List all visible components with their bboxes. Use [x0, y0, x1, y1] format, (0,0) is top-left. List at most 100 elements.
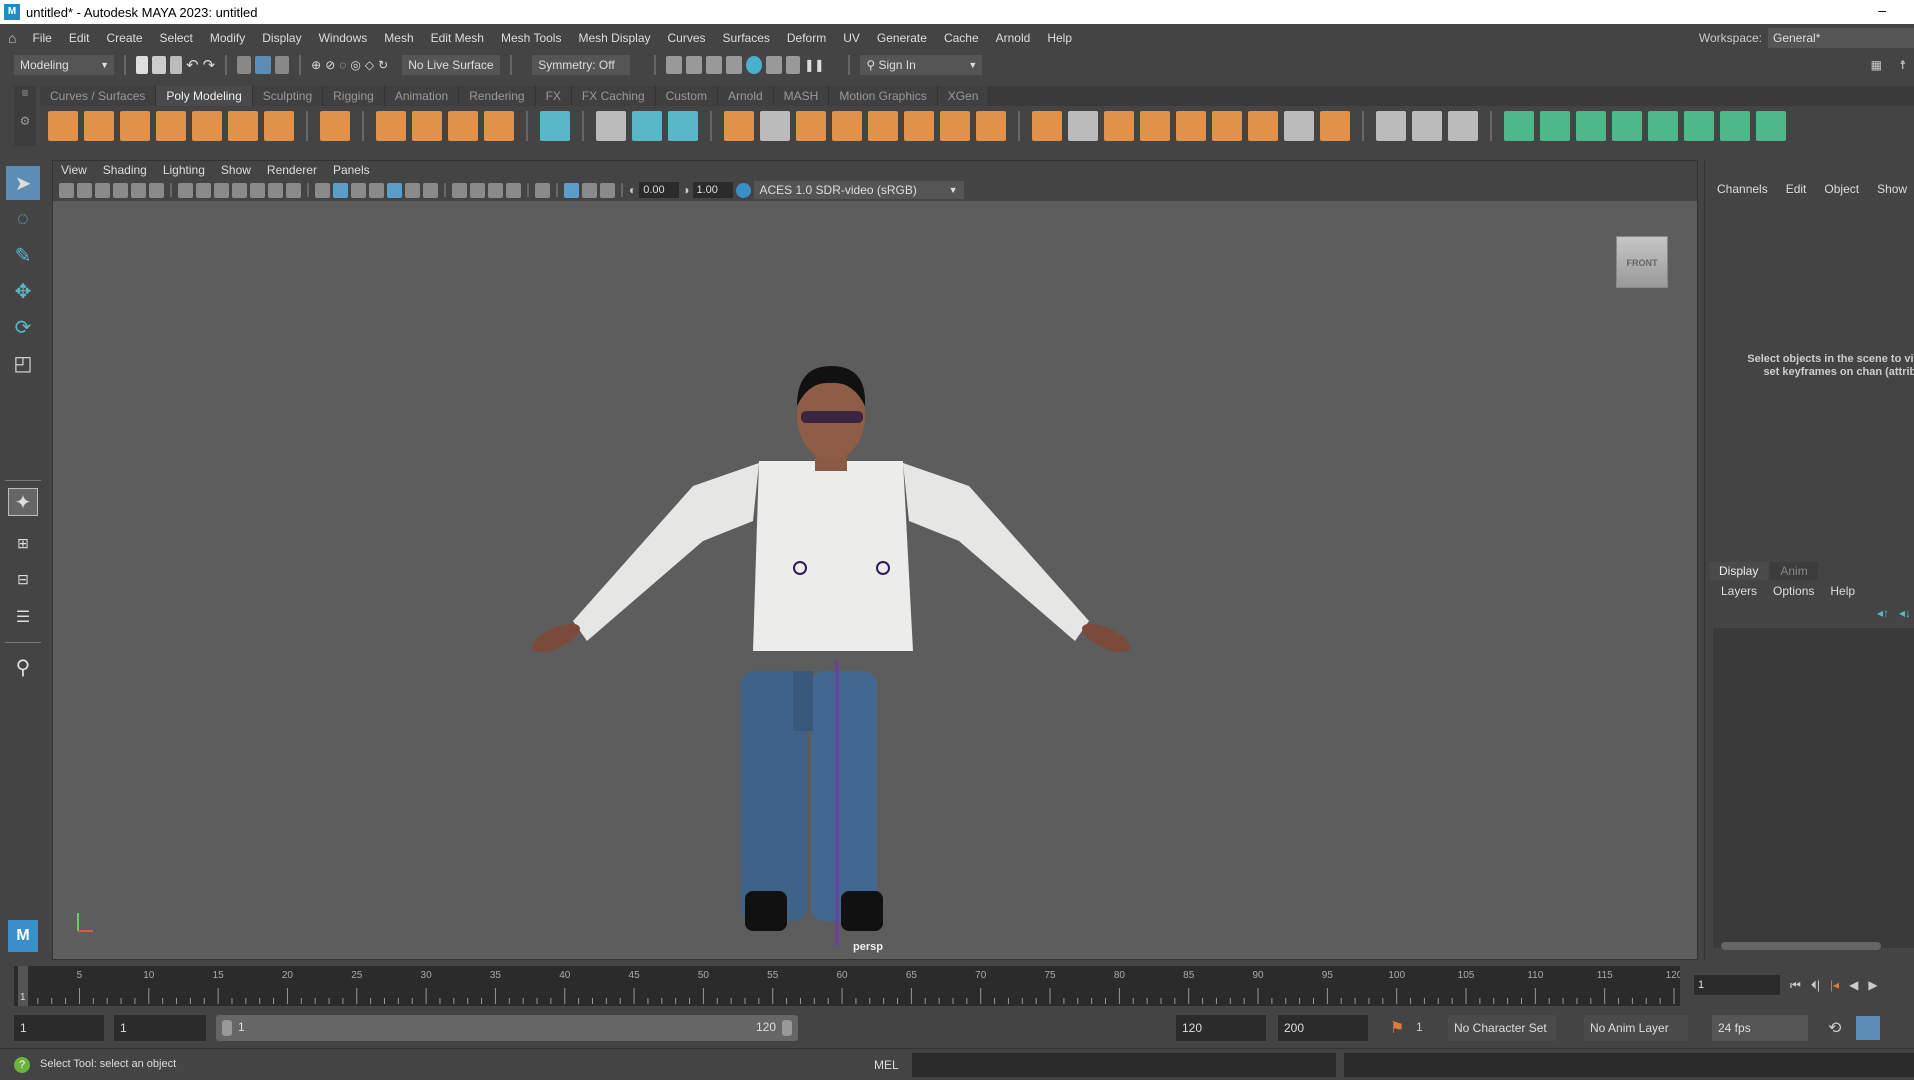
play-backward-icon[interactable]: ◀ — [1849, 978, 1858, 992]
loop-icon[interactable]: ⟲ — [1828, 1018, 1841, 1038]
viewport-menu-view[interactable]: View — [61, 163, 87, 177]
play-forward-icon[interactable]: ▶ — [1868, 978, 1877, 992]
render-view-icon[interactable] — [726, 56, 743, 74]
camera-attributes-icon[interactable] — [77, 182, 92, 198]
poke-icon[interactable] — [1284, 111, 1314, 141]
textured-icon[interactable] — [387, 182, 402, 198]
go-to-start-icon[interactable]: ⏮ — [1790, 978, 1801, 993]
rotate-tool-icon[interactable]: ⟳ — [6, 310, 40, 344]
render-frame-icon[interactable] — [686, 56, 703, 74]
ipr-render-icon[interactable] — [706, 56, 723, 74]
poly-torus-icon[interactable] — [192, 111, 222, 141]
color-management-icon[interactable] — [735, 182, 751, 198]
scene-view[interactable] — [53, 201, 1699, 961]
help-icon[interactable]: ? — [14, 1057, 30, 1073]
make-hole-icon[interactable] — [1212, 111, 1242, 141]
sew-uv-icon[interactable] — [1756, 111, 1786, 141]
resolution-gate-icon[interactable] — [214, 182, 229, 198]
unfold-uv-icon[interactable] — [1648, 111, 1678, 141]
step-back-frame-icon[interactable]: |◂ — [1830, 978, 1839, 992]
range-handle-start[interactable] — [222, 1020, 232, 1036]
fps-dropdown[interactable]: 24 fps — [1712, 1015, 1808, 1041]
menu-select[interactable]: Select — [160, 31, 193, 45]
menu-windows[interactable]: Windows — [319, 31, 368, 45]
mirror-icon[interactable] — [796, 111, 826, 141]
color-space-dropdown[interactable]: ACES 1.0 SDR-video (sRGB) ▼ — [753, 181, 964, 199]
wireframe-on-shaded-icon[interactable] — [369, 182, 384, 198]
poly-disc-icon[interactable] — [264, 111, 294, 141]
image-plane-icon[interactable] — [113, 182, 128, 198]
layer-menu-help[interactable]: Help — [1830, 584, 1855, 598]
menu-mesh[interactable]: Mesh — [384, 31, 413, 45]
type-text-icon[interactable] — [448, 111, 478, 141]
center-pivot-icon[interactable] — [596, 111, 626, 141]
safe-action-icon[interactable] — [268, 182, 283, 198]
smooth-icon[interactable] — [832, 111, 862, 141]
shelf-tab-mash[interactable]: MASH — [773, 86, 830, 106]
arnold-render-icon[interactable] — [786, 56, 801, 74]
snap-view-icon[interactable]: ◎ — [350, 58, 360, 72]
wedge-icon[interactable] — [1248, 111, 1278, 141]
ambient-occlusion-icon[interactable] — [452, 182, 467, 198]
depth-of-field-icon[interactable] — [506, 182, 521, 198]
menu-mesh-tools[interactable]: Mesh Tools — [501, 31, 561, 45]
poly-cube-icon[interactable] — [84, 111, 114, 141]
menu-edit[interactable]: Edit — [69, 31, 90, 45]
anim-preferences-icon[interactable] — [1856, 1016, 1880, 1040]
menu-curves[interactable]: Curves — [668, 31, 706, 45]
lights-icon[interactable] — [405, 182, 420, 198]
shelf-tab-animation[interactable]: Animation — [384, 86, 460, 106]
single-perspective-layout-icon[interactable]: ✦ — [8, 488, 38, 516]
viewport-menu-renderer[interactable]: Renderer — [267, 163, 317, 177]
remesh-icon[interactable] — [940, 111, 970, 141]
search-icon[interactable]: ⚲ — [6, 650, 40, 684]
sign-in-button[interactable]: ⚲ Sign In ▼ — [860, 55, 983, 75]
smooth-shade-icon[interactable] — [333, 182, 348, 198]
menu-generate[interactable]: Generate — [877, 31, 927, 45]
circularize-icon[interactable] — [1320, 111, 1350, 141]
open-scene-icon[interactable] — [152, 56, 166, 74]
human-ik-icon[interactable]: ☨ — [1899, 58, 1906, 72]
poly-plane-icon[interactable] — [228, 111, 258, 141]
range-slider[interactable]: 1 120 — [216, 1015, 798, 1041]
menu-cache[interactable]: Cache — [944, 31, 979, 45]
playback-start-field[interactable]: 1 — [114, 1015, 206, 1041]
move-layer-up-icon[interactable]: ◂↑ — [1877, 606, 1889, 620]
two-view-layout-icon[interactable]: ⊟ — [6, 562, 40, 596]
exposure-field[interactable]: 0.00 — [639, 182, 680, 198]
menu-help[interactable]: Help — [1047, 31, 1072, 45]
shelf-tab-rendering[interactable]: Rendering — [459, 86, 536, 106]
shelf-tab-fx[interactable]: FX — [535, 86, 572, 106]
poly-cone-icon[interactable] — [156, 111, 186, 141]
menu-display[interactable]: Display — [262, 31, 301, 45]
layer-list[interactable] — [1713, 628, 1914, 948]
minimize-button[interactable]: – — [1878, 2, 1886, 18]
xray-icon[interactable] — [564, 182, 579, 198]
planar-uv-icon[interactable] — [1504, 111, 1534, 141]
symmetry-dropdown[interactable]: Symmetry: Off — [532, 55, 631, 75]
offset-edge-loop-icon[interactable] — [1448, 111, 1478, 141]
shelf-tab-arnold[interactable]: Arnold — [717, 86, 774, 106]
freeze-transform-icon[interactable] — [668, 111, 698, 141]
combine-icon[interactable] — [724, 111, 754, 141]
select-tool-icon[interactable]: ➤ — [6, 166, 40, 200]
live-surface-field[interactable]: No Live Surface — [402, 55, 501, 75]
boolean-icon[interactable] — [904, 111, 934, 141]
anti-aliasing-icon[interactable] — [488, 182, 503, 198]
outliner-layout-icon[interactable]: ☰ — [6, 600, 40, 634]
motion-blur-icon[interactable] — [470, 182, 485, 198]
sweep-mesh-icon[interactable] — [376, 111, 406, 141]
move-tool-icon[interactable]: ✥ — [6, 274, 40, 308]
shelf-tab-custom[interactable]: Custom — [655, 86, 718, 106]
pause-icon[interactable]: ❚❚ — [804, 58, 824, 72]
viewport-menu-lighting[interactable]: Lighting — [163, 163, 205, 177]
current-frame-field[interactable]: 1 — [1694, 975, 1780, 995]
viewport-menu-panels[interactable]: Panels — [333, 163, 370, 177]
camera-select-icon[interactable] — [59, 182, 74, 198]
fill-hole-icon[interactable] — [1176, 111, 1206, 141]
spherical-uv-icon[interactable] — [1576, 111, 1606, 141]
gear-icon[interactable]: ⚙ — [14, 114, 36, 128]
view-cube[interactable]: FRONT — [1616, 236, 1668, 288]
layer-tab-display[interactable]: Display — [1709, 562, 1769, 580]
layer-menu-options[interactable]: Options — [1773, 584, 1814, 598]
